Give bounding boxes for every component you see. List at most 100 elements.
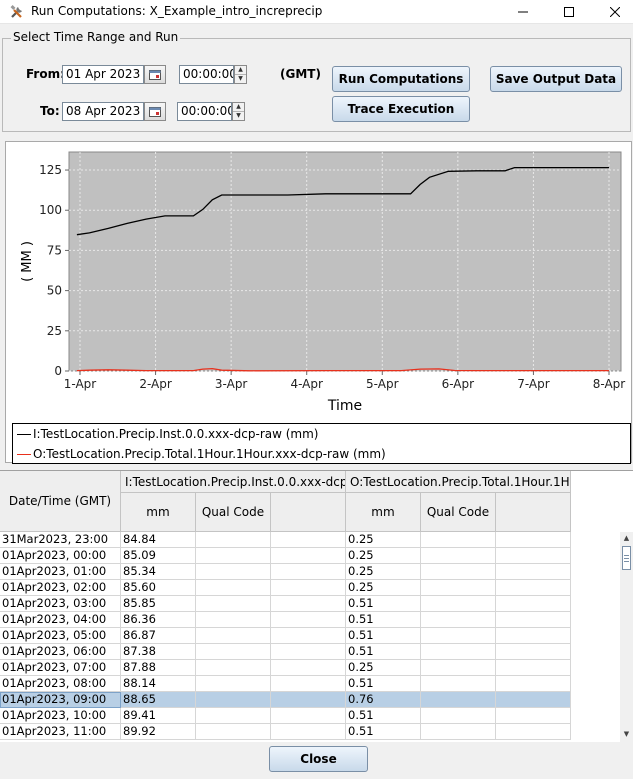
column-header[interactable] bbox=[496, 493, 571, 532]
value-cell[interactable] bbox=[421, 564, 496, 580]
save-output-data-button[interactable]: Save Output Data bbox=[490, 66, 622, 92]
value-cell[interactable] bbox=[196, 580, 271, 596]
value-cell[interactable] bbox=[421, 580, 496, 596]
value-cell[interactable]: 86.36 bbox=[121, 612, 196, 628]
value-cell[interactable]: 0.51 bbox=[346, 676, 421, 692]
to-time-field[interactable]: 00:00:00 bbox=[177, 102, 232, 121]
scroll-up-icon[interactable]: ▲ bbox=[620, 532, 633, 544]
value-cell[interactable]: 85.34 bbox=[121, 564, 196, 580]
table-row[interactable]: 01Apr2023, 07:00 87.88 0.25 bbox=[0, 660, 571, 676]
table-row[interactable]: 01Apr2023, 08:00 88.14 0.51 bbox=[0, 676, 571, 692]
value-cell[interactable] bbox=[496, 548, 571, 564]
table-row[interactable]: 01Apr2023, 04:00 86.36 0.51 bbox=[0, 612, 571, 628]
value-cell[interactable] bbox=[421, 708, 496, 724]
row-header-title[interactable]: Date/Time (GMT) bbox=[0, 471, 121, 532]
minimize-button[interactable] bbox=[500, 0, 546, 24]
from-calendar-button[interactable] bbox=[144, 65, 166, 84]
value-cell[interactable] bbox=[196, 548, 271, 564]
value-cell[interactable]: 89.41 bbox=[121, 708, 196, 724]
value-cell[interactable]: 0.25 bbox=[346, 564, 421, 580]
value-cell[interactable] bbox=[271, 564, 346, 580]
value-cell[interactable] bbox=[421, 724, 496, 740]
maximize-button[interactable] bbox=[546, 0, 592, 24]
datetime-cell[interactable]: 01Apr2023, 04:00 bbox=[0, 612, 121, 628]
table-row[interactable]: 01Apr2023, 10:00 89.41 0.51 bbox=[0, 708, 571, 724]
value-cell[interactable] bbox=[421, 596, 496, 612]
value-cell[interactable] bbox=[196, 612, 271, 628]
value-cell[interactable] bbox=[196, 532, 271, 548]
value-cell[interactable]: 0.51 bbox=[346, 644, 421, 660]
value-cell[interactable] bbox=[271, 548, 346, 564]
value-cell[interactable] bbox=[496, 612, 571, 628]
table-row[interactable]: 01Apr2023, 03:00 85.85 0.51 bbox=[0, 596, 571, 612]
value-cell[interactable]: 85.60 bbox=[121, 580, 196, 596]
value-cell[interactable]: 89.92 bbox=[121, 724, 196, 740]
datetime-cell[interactable]: 01Apr2023, 10:00 bbox=[0, 708, 121, 724]
datetime-cell[interactable]: 01Apr2023, 01:00 bbox=[0, 564, 121, 580]
value-cell[interactable] bbox=[196, 628, 271, 644]
vertical-scrollbar[interactable]: ▲ ▼ bbox=[620, 532, 633, 742]
column-header[interactable] bbox=[271, 493, 346, 532]
table-row[interactable]: 31Mar2023, 23:00 84.84 0.25 bbox=[0, 532, 571, 548]
value-cell[interactable]: 86.87 bbox=[121, 628, 196, 644]
value-cell[interactable]: 0.51 bbox=[346, 708, 421, 724]
value-cell[interactable]: 88.14 bbox=[121, 676, 196, 692]
run-computations-button[interactable]: Run Computations bbox=[332, 66, 470, 92]
value-cell[interactable] bbox=[271, 612, 346, 628]
close-button[interactable]: Close bbox=[269, 746, 368, 772]
value-cell[interactable] bbox=[496, 708, 571, 724]
scroll-thumb[interactable] bbox=[622, 546, 631, 570]
value-cell[interactable] bbox=[496, 692, 571, 708]
value-cell[interactable] bbox=[271, 676, 346, 692]
datetime-cell[interactable]: 01Apr2023, 11:00 bbox=[0, 724, 121, 740]
spin-down-icon[interactable]: ▼ bbox=[235, 74, 246, 82]
value-cell[interactable]: 88.65 bbox=[121, 692, 196, 708]
value-cell[interactable] bbox=[496, 676, 571, 692]
datetime-cell[interactable]: 01Apr2023, 06:00 bbox=[0, 644, 121, 660]
datetime-cell[interactable]: 01Apr2023, 08:00 bbox=[0, 676, 121, 692]
value-cell[interactable]: 87.38 bbox=[121, 644, 196, 660]
value-cell[interactable] bbox=[496, 644, 571, 660]
value-cell[interactable]: 0.25 bbox=[346, 660, 421, 676]
value-cell[interactable] bbox=[196, 724, 271, 740]
spin-down-icon[interactable]: ▼ bbox=[233, 111, 244, 119]
group-header-inst[interactable]: I:TestLocation.Precip.Inst.0.0.xxx-dcp-r… bbox=[121, 471, 346, 493]
value-cell[interactable] bbox=[421, 660, 496, 676]
close-window-button[interactable] bbox=[592, 0, 633, 24]
value-cell[interactable]: 0.25 bbox=[346, 532, 421, 548]
column-header[interactable]: Qual Code bbox=[421, 493, 496, 532]
to-calendar-button[interactable] bbox=[144, 102, 166, 121]
value-cell[interactable] bbox=[496, 628, 571, 644]
datetime-cell[interactable]: 01Apr2023, 02:00 bbox=[0, 580, 121, 596]
column-header[interactable]: mm bbox=[346, 493, 421, 532]
datetime-cell[interactable]: 01Apr2023, 09:00 bbox=[0, 692, 121, 708]
value-cell[interactable] bbox=[271, 708, 346, 724]
value-cell[interactable] bbox=[496, 580, 571, 596]
value-cell[interactable]: 0.51 bbox=[346, 612, 421, 628]
value-cell[interactable] bbox=[421, 612, 496, 628]
value-cell[interactable] bbox=[421, 644, 496, 660]
table-row[interactable]: 01Apr2023, 09:00 88.65 0.76 bbox=[0, 692, 571, 708]
value-cell[interactable] bbox=[196, 644, 271, 660]
value-cell[interactable] bbox=[271, 580, 346, 596]
value-cell[interactable] bbox=[421, 532, 496, 548]
value-cell[interactable] bbox=[271, 660, 346, 676]
value-cell[interactable]: 85.85 bbox=[121, 596, 196, 612]
value-cell[interactable] bbox=[271, 644, 346, 660]
from-date-field[interactable]: 01 Apr 2023 bbox=[62, 65, 144, 84]
to-time-spinner[interactable]: ▲ ▼ bbox=[232, 102, 245, 121]
value-cell[interactable] bbox=[196, 708, 271, 724]
datetime-cell[interactable]: 01Apr2023, 03:00 bbox=[0, 596, 121, 612]
from-time-spinner[interactable]: ▲ ▼ bbox=[234, 65, 247, 84]
table-row[interactable]: 01Apr2023, 00:00 85.09 0.25 bbox=[0, 548, 571, 564]
value-cell[interactable] bbox=[496, 596, 571, 612]
value-cell[interactable] bbox=[196, 564, 271, 580]
value-cell[interactable] bbox=[496, 564, 571, 580]
spin-up-icon[interactable]: ▲ bbox=[235, 66, 246, 74]
value-cell[interactable] bbox=[271, 724, 346, 740]
value-cell[interactable]: 0.51 bbox=[346, 724, 421, 740]
column-header[interactable]: Qual Code bbox=[196, 493, 271, 532]
value-cell[interactable] bbox=[496, 532, 571, 548]
value-cell[interactable] bbox=[496, 660, 571, 676]
datetime-cell[interactable]: 01Apr2023, 05:00 bbox=[0, 628, 121, 644]
